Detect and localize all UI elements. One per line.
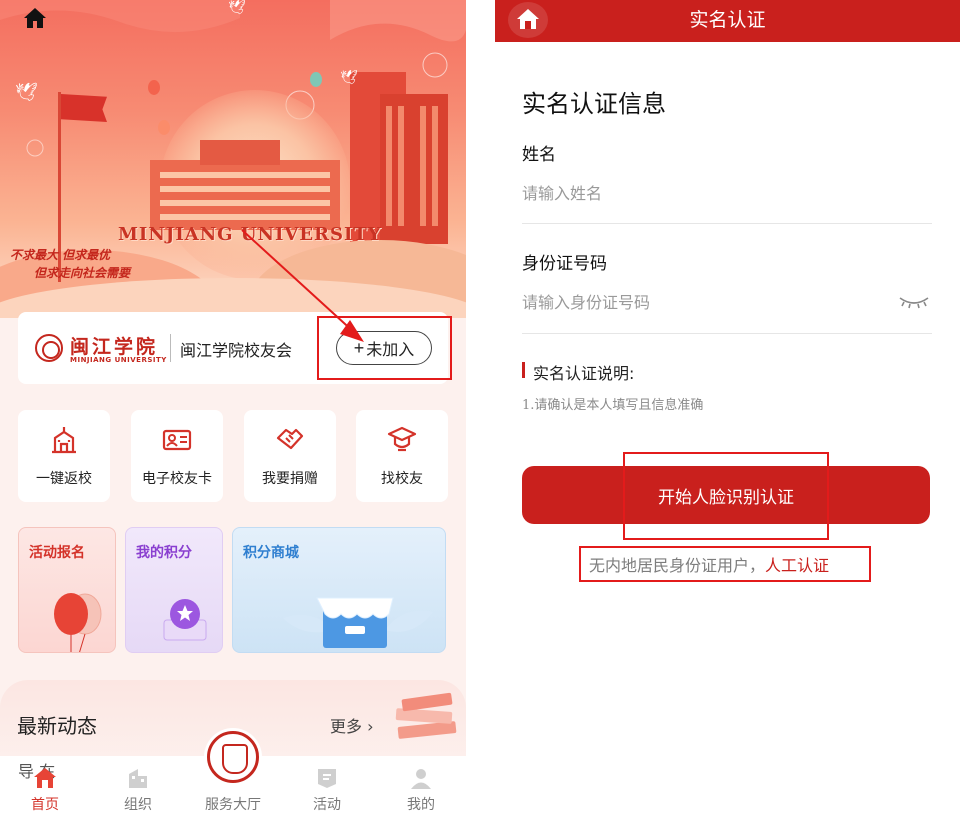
right-phone-screen: 实名认证 实名认证信息 姓名 身份证号码 实名认证说明: 1.请确认是本人填写且… bbox=[495, 0, 960, 835]
tab-activity[interactable]: 活动 bbox=[287, 756, 367, 835]
more-label: 更多 bbox=[330, 717, 363, 736]
school-slogan: 不求最大 但求最优 但求走向社会需要 bbox=[10, 246, 130, 282]
tab-label: 服务大厅 bbox=[205, 797, 261, 813]
university-seal-icon[interactable] bbox=[207, 731, 259, 783]
flag bbox=[61, 94, 107, 122]
verification-notes-text: 1.请确认是本人填写且信息准确 bbox=[522, 398, 704, 413]
page-title: 实名认证 bbox=[689, 9, 766, 31]
campus-banner: 🕊 🕊 🕊 MINJIANG UNIVERSITY 不求最大 但求最优 但求走向… bbox=[0, 0, 466, 318]
user-icon bbox=[411, 769, 431, 789]
page-header: 实名认证 bbox=[495, 0, 960, 42]
slogan-line-1: 不求最大 但求最优 bbox=[10, 248, 111, 262]
activity-signup-card[interactable]: 活动报名 bbox=[18, 527, 116, 653]
home-icon bbox=[34, 768, 56, 788]
university-logo-seal bbox=[35, 334, 63, 362]
verification-notes-title: 实名认证说明: bbox=[533, 364, 635, 383]
annotation-arrow-icon bbox=[241, 229, 364, 342]
tab-label: 活动 bbox=[313, 797, 341, 813]
quick-action-label: 我要捐赠 bbox=[262, 471, 318, 487]
tab-home[interactable]: 首页 bbox=[5, 756, 85, 835]
note-accent-bar bbox=[522, 362, 525, 378]
news-more-link[interactable]: 更多 › bbox=[330, 713, 374, 737]
tab-organization[interactable]: 组织 bbox=[98, 756, 178, 835]
points-card-title: 我的积分 bbox=[136, 545, 192, 561]
dove-icon-small-2: 🕊 bbox=[340, 70, 358, 86]
graduate-cap-icon bbox=[387, 426, 417, 452]
dove-icon: 🕊 bbox=[15, 82, 38, 103]
tab-label: 我的 bbox=[407, 797, 435, 813]
quick-action-label: 找校友 bbox=[381, 471, 423, 487]
quick-action-return-school[interactable]: 一键返校 bbox=[18, 410, 110, 502]
points-badge-icon bbox=[163, 599, 207, 641]
my-points-card[interactable]: 我的积分 bbox=[125, 527, 223, 653]
balloon-small-2 bbox=[158, 120, 170, 135]
tab-mine[interactable]: 我的 bbox=[381, 756, 461, 835]
university-logo-cn: 闽江学院 bbox=[70, 336, 159, 358]
slogan-line-2: 但求走向社会需要 bbox=[34, 266, 131, 280]
organization-icon bbox=[129, 769, 147, 788]
divider bbox=[522, 223, 932, 224]
quick-action-donate[interactable]: 我要捐赠 bbox=[244, 410, 336, 502]
tab-label: 首页 bbox=[31, 797, 59, 813]
balloon-small bbox=[148, 80, 160, 95]
points-mall-card[interactable]: 积分商城 bbox=[232, 527, 446, 653]
university-logo-en: MINJIANG UNIVERSITY bbox=[70, 356, 167, 364]
chevron-right-icon: › bbox=[367, 717, 374, 736]
id-card-icon bbox=[162, 429, 192, 451]
activity-flag-icon bbox=[318, 769, 336, 788]
section-title: 实名认证信息 bbox=[522, 90, 666, 118]
books-stack-icon bbox=[395, 692, 457, 739]
home-button[interactable] bbox=[22, 6, 48, 30]
building-top bbox=[200, 140, 280, 165]
id-number-input[interactable] bbox=[522, 282, 892, 322]
shop-store-icon bbox=[283, 597, 433, 648]
annotation-box-manual bbox=[579, 546, 871, 582]
balloons-icon bbox=[54, 593, 102, 652]
name-input[interactable] bbox=[522, 173, 932, 213]
id-number-label: 身份证号码 bbox=[522, 254, 607, 274]
name-label: 姓名 bbox=[522, 145, 556, 165]
balloon-small-3 bbox=[310, 72, 322, 87]
dove-icon-small: 🕊 bbox=[228, 0, 246, 16]
donate-handshake-icon bbox=[276, 428, 304, 450]
quick-action-alumni-card[interactable]: 电子校友卡 bbox=[131, 410, 223, 502]
school-building-icon bbox=[52, 427, 76, 454]
quick-action-label: 一键返校 bbox=[36, 471, 92, 487]
eye-closed-icon[interactable] bbox=[898, 293, 930, 309]
tab-label: 组织 bbox=[124, 797, 152, 813]
quick-action-label: 电子校友卡 bbox=[142, 471, 212, 487]
mall-card-title: 积分商城 bbox=[243, 545, 299, 561]
quick-action-find-alumni[interactable]: 找校友 bbox=[356, 410, 448, 502]
home-icon bbox=[24, 8, 46, 28]
activity-card-title: 活动报名 bbox=[29, 545, 85, 561]
divider bbox=[170, 334, 171, 362]
divider bbox=[522, 333, 932, 334]
news-section-title: 最新动态 bbox=[17, 714, 97, 738]
annotation-box-start-button bbox=[623, 452, 829, 540]
left-phone-screen: 🕊 🕊 🕊 MINJIANG UNIVERSITY 不求最大 但求最优 但求走向… bbox=[0, 0, 466, 835]
